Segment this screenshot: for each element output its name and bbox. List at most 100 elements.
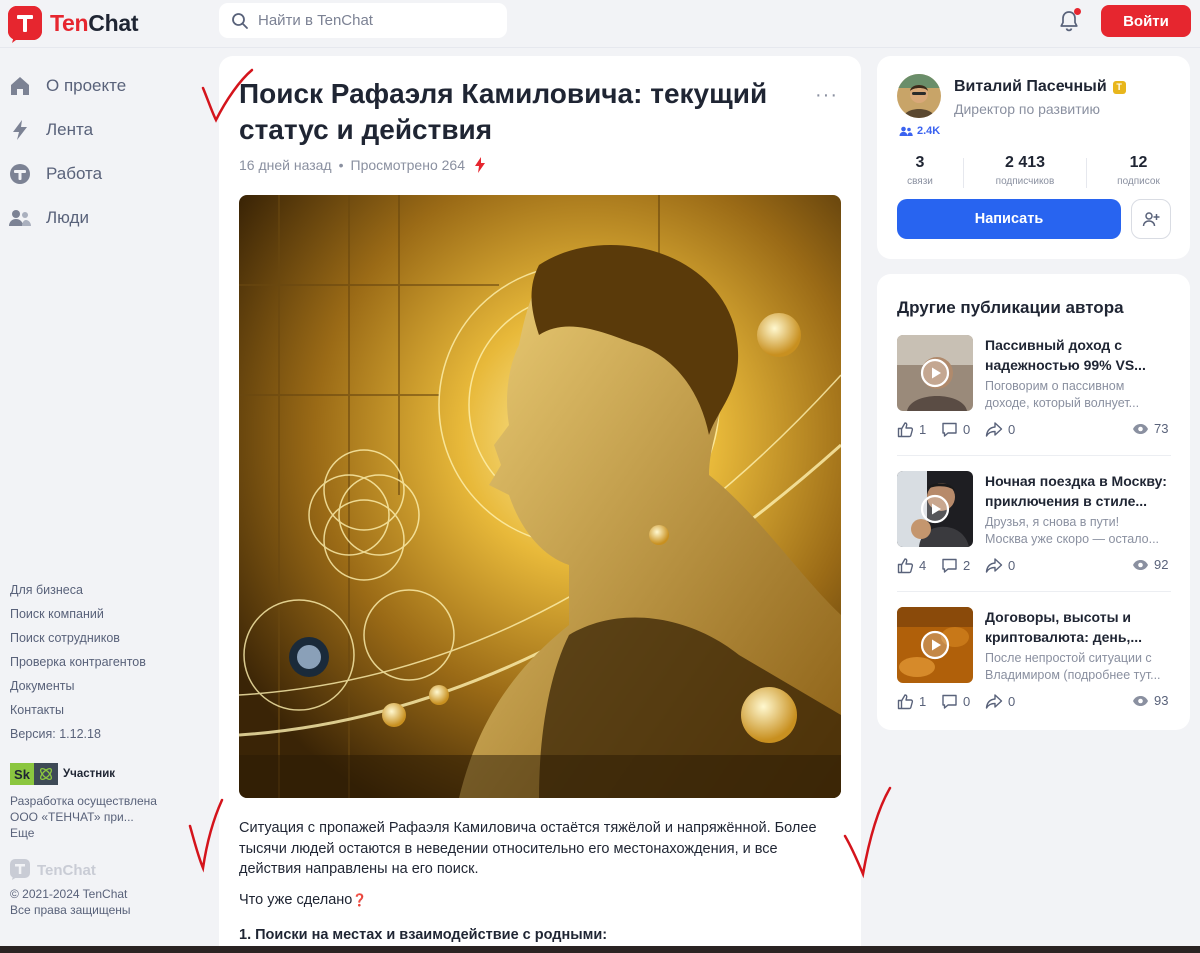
publication-excerpt: После непростой ситуации с Владимиром (по… [985,651,1161,682]
notification-dot [1074,8,1081,15]
sidebar-item-people[interactable]: Люди [8,196,126,240]
views-count: 73 [1132,421,1168,436]
comment-button[interactable]: 0 [941,421,970,438]
post-section-heading: 1. Поиски на местах и взаимодействие с р… [239,927,608,943]
footer-link-companies[interactable]: Поиск компаний [10,606,146,630]
author-reputation: 2.4K [899,125,940,137]
author-role: Директор по развитию [954,101,1100,117]
publication-thumbnail[interactable] [897,335,973,411]
stat-followers[interactable]: 2 413 подписчиков [964,154,1086,188]
divider [897,591,1171,592]
footer-link-business[interactable]: Для бизнеса [10,582,146,606]
sidebar-item-about[interactable]: О проекте [8,64,126,108]
footer-logo: TenChat [10,859,96,881]
play-icon [920,358,950,388]
publication-item[interactable]: Пассивный доход с надежностью 99% VS... П… [897,335,1171,455]
author-name[interactable]: Виталий Пасечный T [954,78,1126,96]
share-icon [985,694,1003,709]
top-header: TenChat Войти [0,0,1200,48]
post-cover-image[interactable] [239,195,841,798]
question-mark-icon: ❓ [352,893,368,907]
footer-link-contacts[interactable]: Контакты [10,702,146,726]
footer-link-documents[interactable]: Документы [10,678,146,702]
footer-link-employees[interactable]: Поиск сотрудников [10,630,146,654]
like-button[interactable]: 1 [897,421,926,438]
post-card: Поиск Рафаэля Камиловича: текущий статус… [219,56,861,953]
login-button[interactable]: Войти [1101,5,1191,37]
footer-link-counterparty[interactable]: Проверка контрагентов [10,654,146,678]
sidebar-item-label: О проекте [46,76,127,95]
comment-icon [942,694,957,709]
people-icon [9,210,31,226]
logo-mark-icon [8,6,42,43]
post-title: Поиск Рафаэля Камиловича: текущий статус… [239,78,768,145]
skolkovo-symbol-icon [34,763,58,785]
footer-logo-icon [10,859,30,880]
developer-note-more-link[interactable]: Еще [10,825,190,841]
developer-note: Разработка осуществлена ООО «ТЕНЧАТ» при… [10,793,190,841]
play-icon [920,494,950,524]
logo-wordmark: TenChat [50,9,139,36]
eye-icon [1133,423,1148,434]
thumbs-up-icon [897,694,914,710]
stat-connections[interactable]: 3 связи [877,154,963,188]
stat-following[interactable]: 12 подписок [1087,154,1190,188]
publication-title[interactable]: Договоры, высоты и криптовалюта: день,... [985,607,1175,647]
play-icon [920,630,950,660]
thumbs-up-icon [897,422,914,438]
skolkovo-logo: Sk [10,763,34,785]
post-age: 16 дней назад [239,157,332,173]
tenchat-logo[interactable]: TenChat [8,6,139,43]
verified-badge-icon: T [1112,80,1126,94]
search-box[interactable] [219,3,507,38]
post-more-menu-button[interactable]: ··· [815,84,838,107]
write-message-button[interactable]: Написать [897,199,1121,239]
app-version: Версия: 1.12.18 [10,727,101,741]
comment-button[interactable]: 2 [941,557,970,574]
publication-title[interactable]: Ночная поездка в Москву: приключения в ст… [985,471,1175,511]
post-body-text: Ситуация с пропажей Рафаэля Камиловича о… [239,820,817,877]
publication-stats: 1 0 0 73 [897,421,1171,441]
lightning-icon [13,120,27,140]
sidebar-item-label: Люди [46,208,89,227]
share-icon [985,422,1003,437]
post-meta: 16 дней назад • Просмотрено 264 [239,157,487,173]
publication-thumbnail[interactable] [897,607,973,683]
publication-excerpt: Друзья, я снова в пути! Москва уже скоро … [985,515,1160,546]
like-button[interactable]: 1 [897,693,926,710]
divider [897,455,1171,456]
publication-stats: 1 0 0 93 [897,693,1171,713]
lightning-boost-icon [475,157,485,173]
share-button[interactable]: 0 [985,421,1015,438]
search-icon [232,12,248,29]
sidebar-item-feed[interactable]: Лента [8,108,126,152]
share-button[interactable]: 0 [985,693,1015,710]
comment-icon [942,558,957,573]
publication-item[interactable]: Ночная поездка в Москву: приключения в ст… [897,471,1171,591]
publication-title[interactable]: Пассивный доход с надежностью 99% VS... [985,335,1175,375]
publication-thumbnail[interactable] [897,471,973,547]
add-user-icon [1142,212,1160,227]
like-button[interactable]: 4 [897,557,926,574]
publication-excerpt: Поговорим о пассивном доходе, который вол… [985,379,1140,410]
thumbs-up-icon [897,558,914,574]
author-stats: 3 связи 2 413 подписчиков 12 подписок [877,154,1190,188]
avatar[interactable] [897,74,941,118]
comment-icon [942,422,957,437]
search-input[interactable] [258,12,488,29]
publication-item[interactable]: Договоры, высоты и криптовалюта: день,...… [897,607,1171,727]
other-publications-title: Другие публикации автора [897,298,1124,317]
comment-button[interactable]: 0 [941,693,970,710]
post-views: Просмотрено 264 [350,157,466,173]
home-icon [11,77,29,95]
views-count: 93 [1132,693,1168,708]
sidebar-item-work[interactable]: Работа [8,152,126,196]
eye-icon [1133,695,1148,706]
sidebar-item-label: Лента [46,120,94,139]
post-question-line: Что уже сделано❓ [239,892,368,908]
footer-copyright: © 2021-2024 TenChat Все права защищены [10,887,131,917]
add-contact-button[interactable] [1131,199,1171,239]
users-icon [899,126,913,136]
share-button[interactable]: 0 [985,557,1015,574]
taskbar-edge [0,946,1200,953]
